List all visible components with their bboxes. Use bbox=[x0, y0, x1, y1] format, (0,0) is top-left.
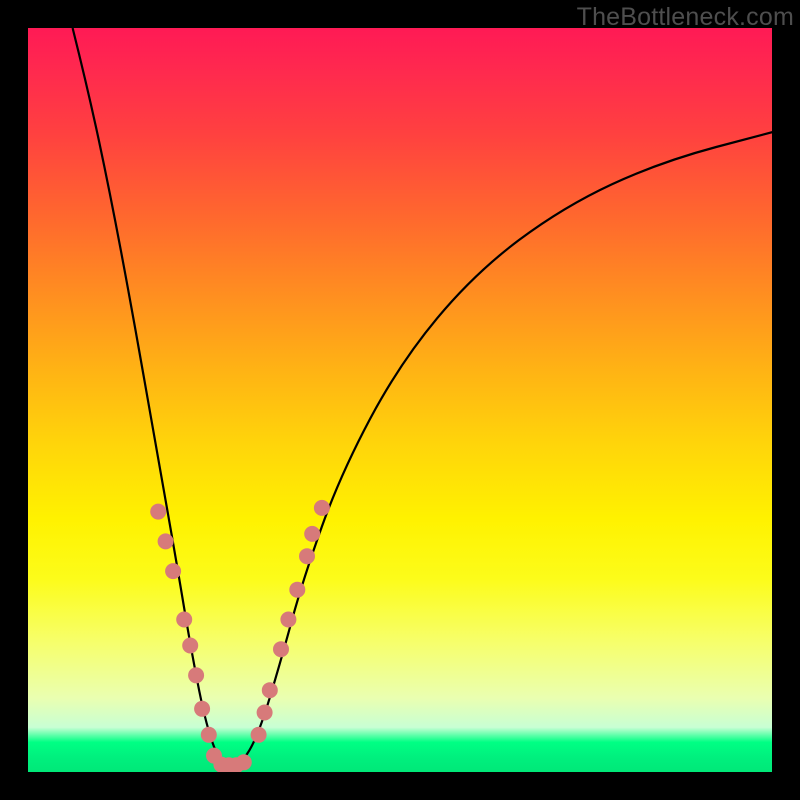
curve-marker bbox=[158, 533, 174, 549]
curve-marker bbox=[289, 582, 305, 598]
curve-marker bbox=[176, 612, 192, 628]
left-branch-markers bbox=[150, 504, 252, 772]
chart-svg bbox=[28, 28, 772, 772]
curve-marker bbox=[201, 727, 217, 743]
curve-marker bbox=[188, 667, 204, 683]
curve-marker bbox=[182, 638, 198, 654]
curve-marker bbox=[251, 727, 267, 743]
curve-marker bbox=[299, 548, 315, 564]
curve-marker bbox=[236, 754, 252, 770]
curve-marker bbox=[262, 682, 278, 698]
curve-marker bbox=[150, 504, 166, 520]
curve-marker bbox=[194, 701, 210, 717]
watermark-text: TheBottleneck.com bbox=[577, 3, 794, 32]
curve-marker bbox=[273, 641, 289, 657]
right-branch-markers bbox=[251, 500, 330, 743]
curve-marker bbox=[304, 526, 320, 542]
chart-frame: TheBottleneck.com bbox=[0, 0, 800, 800]
bottleneck-curve bbox=[73, 28, 772, 766]
plot-area bbox=[28, 28, 772, 772]
curve-marker bbox=[257, 705, 273, 721]
curve-marker bbox=[314, 500, 330, 516]
curve-marker bbox=[280, 612, 296, 628]
curve-marker bbox=[165, 563, 181, 579]
